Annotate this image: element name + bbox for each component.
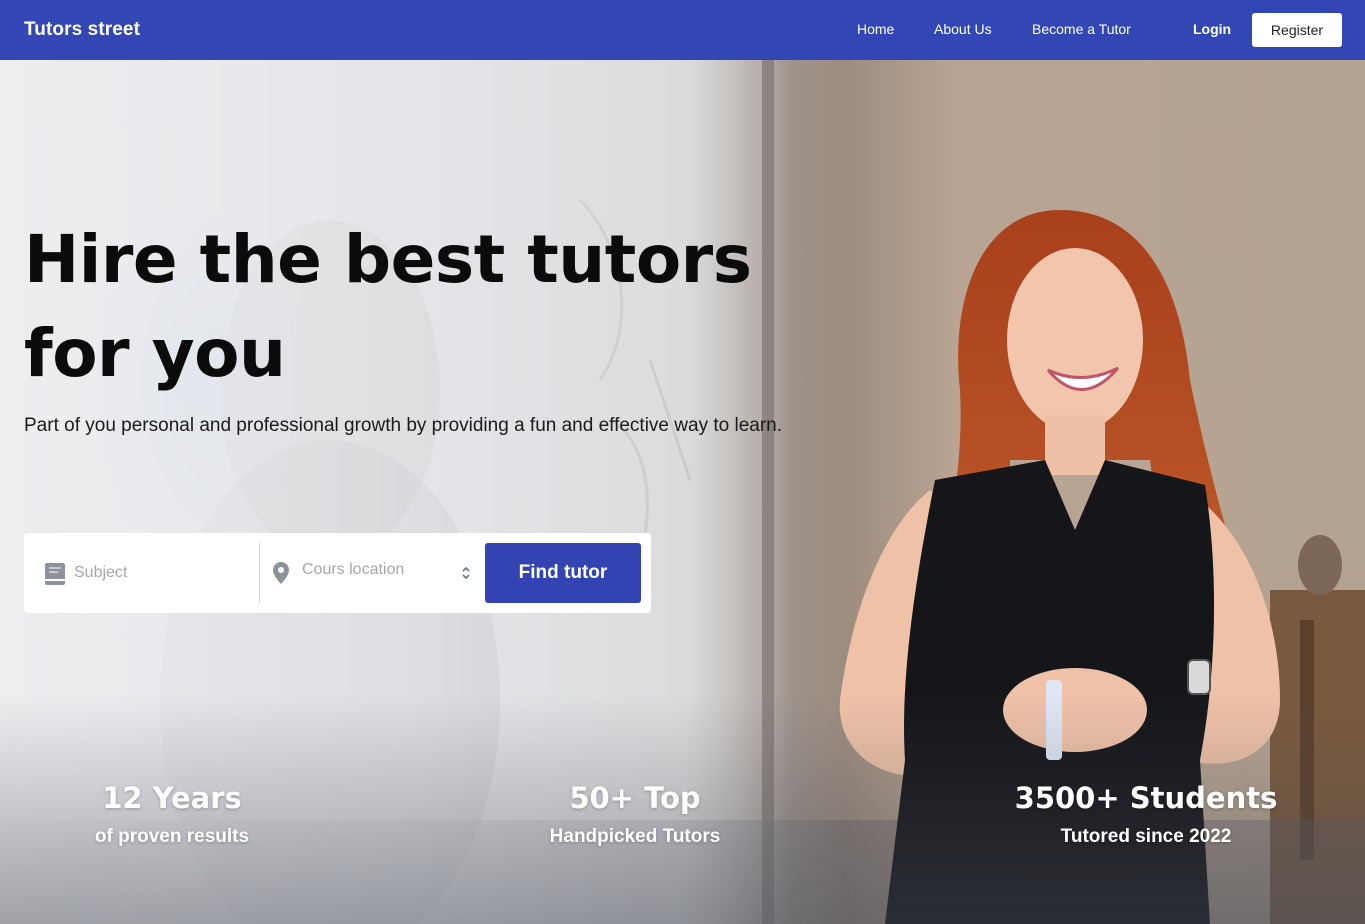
find-tutor-button[interactable]: Find tutor xyxy=(485,543,641,603)
stat-label: Handpicked Tutors xyxy=(549,826,721,847)
brand-logo[interactable]: Tutors street xyxy=(24,19,140,41)
location-select-field[interactable]: Cours location xyxy=(260,543,480,603)
nav-about-link[interactable]: About Us xyxy=(934,21,992,37)
stat-students: 3500+ Students Tutored since 2022 xyxy=(1010,778,1282,852)
hero-section: Hire the best tutors for you Part of you… xyxy=(0,60,1365,924)
hero-subtitle: Part of you personal and professional gr… xyxy=(24,415,782,436)
book-icon xyxy=(45,563,65,585)
nav-home-link[interactable]: Home xyxy=(857,21,894,37)
stat-label: of proven results xyxy=(94,826,250,847)
stat-label: Tutored since 2022 xyxy=(1060,826,1232,847)
login-link[interactable]: Login xyxy=(1193,21,1231,37)
top-navbar: Tutors street Home About Us Become a Tut… xyxy=(0,0,1365,60)
subject-field[interactable] xyxy=(24,543,259,603)
stat-value: 50+ Top xyxy=(569,781,701,815)
stat-tutors: 50+ Top Handpicked Tutors xyxy=(520,778,750,852)
location-select-value[interactable]: Cours location xyxy=(302,561,404,579)
stat-years: 12 Years of proven results xyxy=(72,778,272,852)
subject-input[interactable] xyxy=(74,561,249,585)
stat-value: 3500+ Students xyxy=(1014,781,1278,815)
hero-headline: Hire the best tutors for you xyxy=(24,221,752,392)
map-pin-icon xyxy=(273,562,289,584)
nav-become-tutor-link[interactable]: Become a Tutor xyxy=(1032,21,1131,37)
tutor-search-bar: Cours location Find tutor xyxy=(24,533,651,613)
select-chevrons-icon[interactable] xyxy=(460,565,472,581)
stat-value: 12 Years xyxy=(102,781,242,815)
register-button[interactable]: Register xyxy=(1252,13,1342,47)
